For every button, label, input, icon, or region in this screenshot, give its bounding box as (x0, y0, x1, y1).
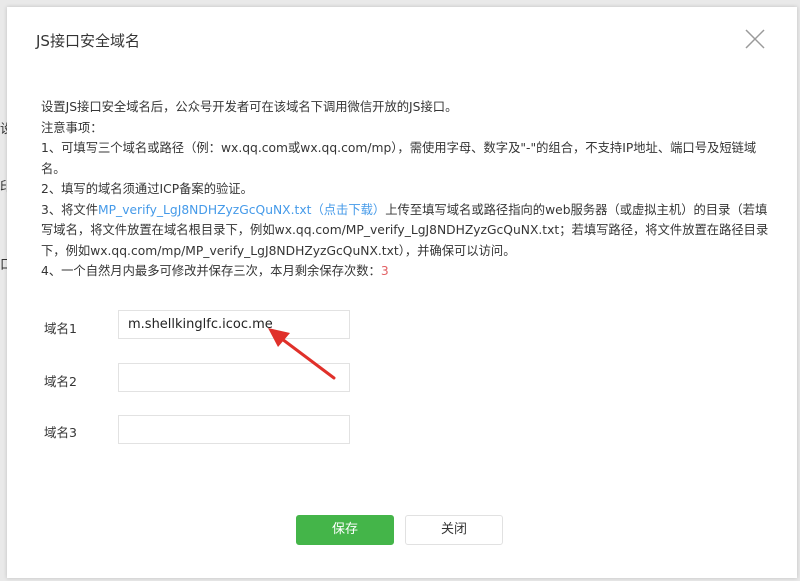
notes-heading: 注意事项： (41, 120, 103, 135)
download-link[interactable]: （点击下载） (311, 203, 385, 217)
annotation-arrow (268, 328, 336, 380)
note-2: 2、填写的域名须通过ICP备案的验证。 (41, 182, 253, 196)
domain-1-label: 域名1 (44, 321, 77, 336)
dialog: JS接口安全域名 设置JS接口安全域名后，公众号开发者可在该域名下调用微信开放的… (7, 7, 797, 578)
close-button[interactable]: 关闭 (405, 515, 503, 545)
instructions: 设置JS接口安全域名后，公众号开发者可在该域名下调用微信开放的JS接口。 注意事… (41, 97, 769, 282)
close-icon[interactable] (743, 27, 767, 51)
note-3: 3、将文件MP_verify_LgJ8NDHZyzGcQuNX.txt（点击下载… (41, 200, 769, 262)
note-3-prefix: 3、将文件 (41, 202, 99, 217)
domain-3-input[interactable] (118, 415, 350, 444)
note-4-text: 4、一个自然月内最多可修改并保存三次，本月剩余保存次数： (41, 264, 381, 278)
save-button[interactable]: 保存 (296, 515, 394, 545)
domain-3-label: 域名3 (44, 425, 77, 440)
verify-file-link[interactable]: MP_verify_LgJ8NDHZyzGcQuNX.txt (98, 203, 311, 217)
note-4: 4、一个自然月内最多可修改并保存三次，本月剩余保存次数：3 (41, 261, 769, 282)
remaining-count: 3 (380, 264, 389, 278)
intro-text: 设置JS接口安全域名后，公众号开发者可在该域名下调用微信开放的JS接口。 (41, 100, 458, 114)
dialog-title: JS接口安全域名 (36, 32, 140, 50)
note-1: 1、可填写三个域名或路径（例：wx.qq.com或wx.qq.com/mp），需… (41, 141, 757, 176)
domain-2-label: 域名2 (44, 374, 77, 389)
